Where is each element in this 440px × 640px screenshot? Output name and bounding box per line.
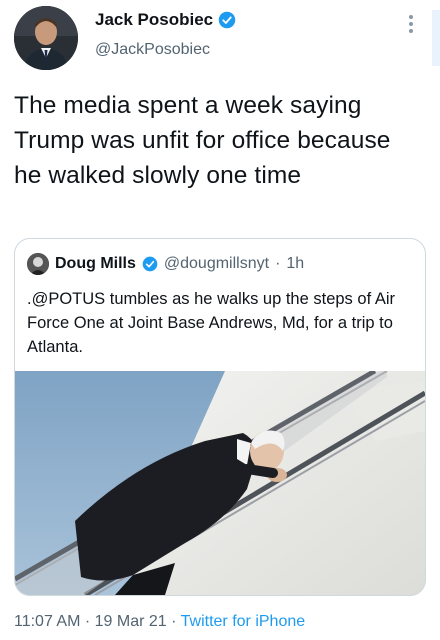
quoted-separator: · xyxy=(275,255,281,272)
author-name[interactable]: Jack Posobiec xyxy=(95,10,213,30)
photo-airplane-stairs xyxy=(15,368,425,595)
quoted-tweet-card[interactable]: Doug Mills @dougmillsnyt · 1h .@POTUS tu… xyxy=(14,238,426,596)
tweet-text: The media spent a week saying Trump was … xyxy=(14,92,391,189)
quoted-author-name[interactable]: Doug Mills xyxy=(55,255,136,273)
tweet-footer: 11:07 AM · 19 Mar 21 · Twitter for iPhon… xyxy=(14,613,305,631)
footer-separator: · xyxy=(84,613,91,630)
quoted-author-avatar[interactable] xyxy=(27,253,49,275)
more-options-icon[interactable] xyxy=(404,12,418,38)
tweet-header: Jack Posobiec @JackPosobiec xyxy=(0,0,440,80)
tweet-time[interactable]: 11:07 AM xyxy=(14,613,80,630)
footer-separator: · xyxy=(171,613,177,630)
quoted-time-ago[interactable]: 1h xyxy=(286,255,304,273)
quoted-avatar-image xyxy=(27,253,49,275)
tweet-date[interactable]: 19 Mar 21 xyxy=(95,613,167,630)
verified-badge-icon xyxy=(142,256,158,272)
scrollbar[interactable] xyxy=(432,10,440,66)
quoted-tweet-text: .@POTUS tumbles as he walks up the steps… xyxy=(27,290,395,356)
verified-badge-icon xyxy=(218,11,236,29)
author-avatar[interactable] xyxy=(14,6,78,70)
quoted-author-handle[interactable]: @dougmillsnyt xyxy=(164,255,269,273)
author-avatar-image xyxy=(14,6,78,70)
tweet-source-app[interactable]: Twitter for iPhone xyxy=(181,613,306,630)
author-handle[interactable]: @JackPosobiec xyxy=(95,41,210,59)
quoted-tweet-photo[interactable] xyxy=(15,368,425,595)
